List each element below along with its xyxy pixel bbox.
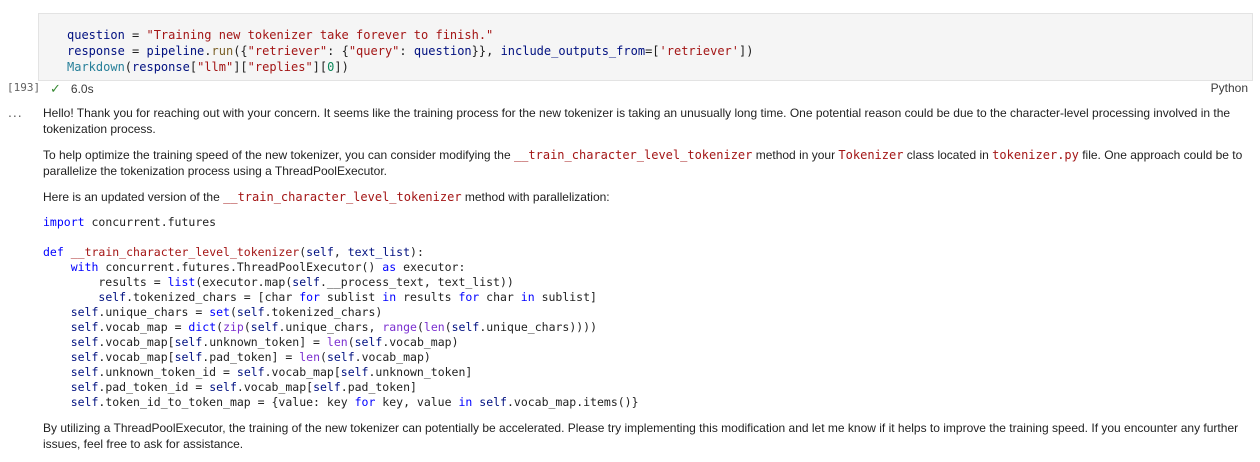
language-selector[interactable]: Python [1211,81,1248,95]
check-icon: ✓ [50,81,61,96]
output-code-block: import concurrent.futures def __train_ch… [43,215,639,409]
output-paragraph-4: By utilizing a ThreadPoolExecutor, the t… [43,421,1239,451]
execution-count: [193] [7,81,41,94]
inline-code-method-2: __train_character_level_tokenizer [223,190,462,204]
inline-code-file: tokenizer.py [992,148,1079,162]
output-paragraph-1: Hello! Thank you for reaching out with y… [43,106,1231,136]
inline-code-class: Tokenizer [838,148,904,162]
execution-status: ✓ 6.0s [50,81,94,97]
execution-duration: 6.0s [70,82,94,96]
code-line-1: question = "Training new tokenizer take … [67,28,494,42]
cell-output: Hello! Thank you for reaching out with y… [43,105,1253,462]
code-line-2: response = pipeline.run({"retriever": {"… [67,44,754,58]
output-paragraph-3: Here is an updated version of the __trai… [43,190,610,204]
ellipsis-icon[interactable]: ... [8,104,23,120]
code-line-3: Markdown(response["llm"]["replies"][0]) [67,60,349,74]
inline-code-method: __train_character_level_tokenizer [513,148,753,162]
output-paragraph-2: To help optimize the training speed of t… [43,148,1243,178]
code-cell-input[interactable]: question = "Training new tokenizer take … [38,13,1253,81]
